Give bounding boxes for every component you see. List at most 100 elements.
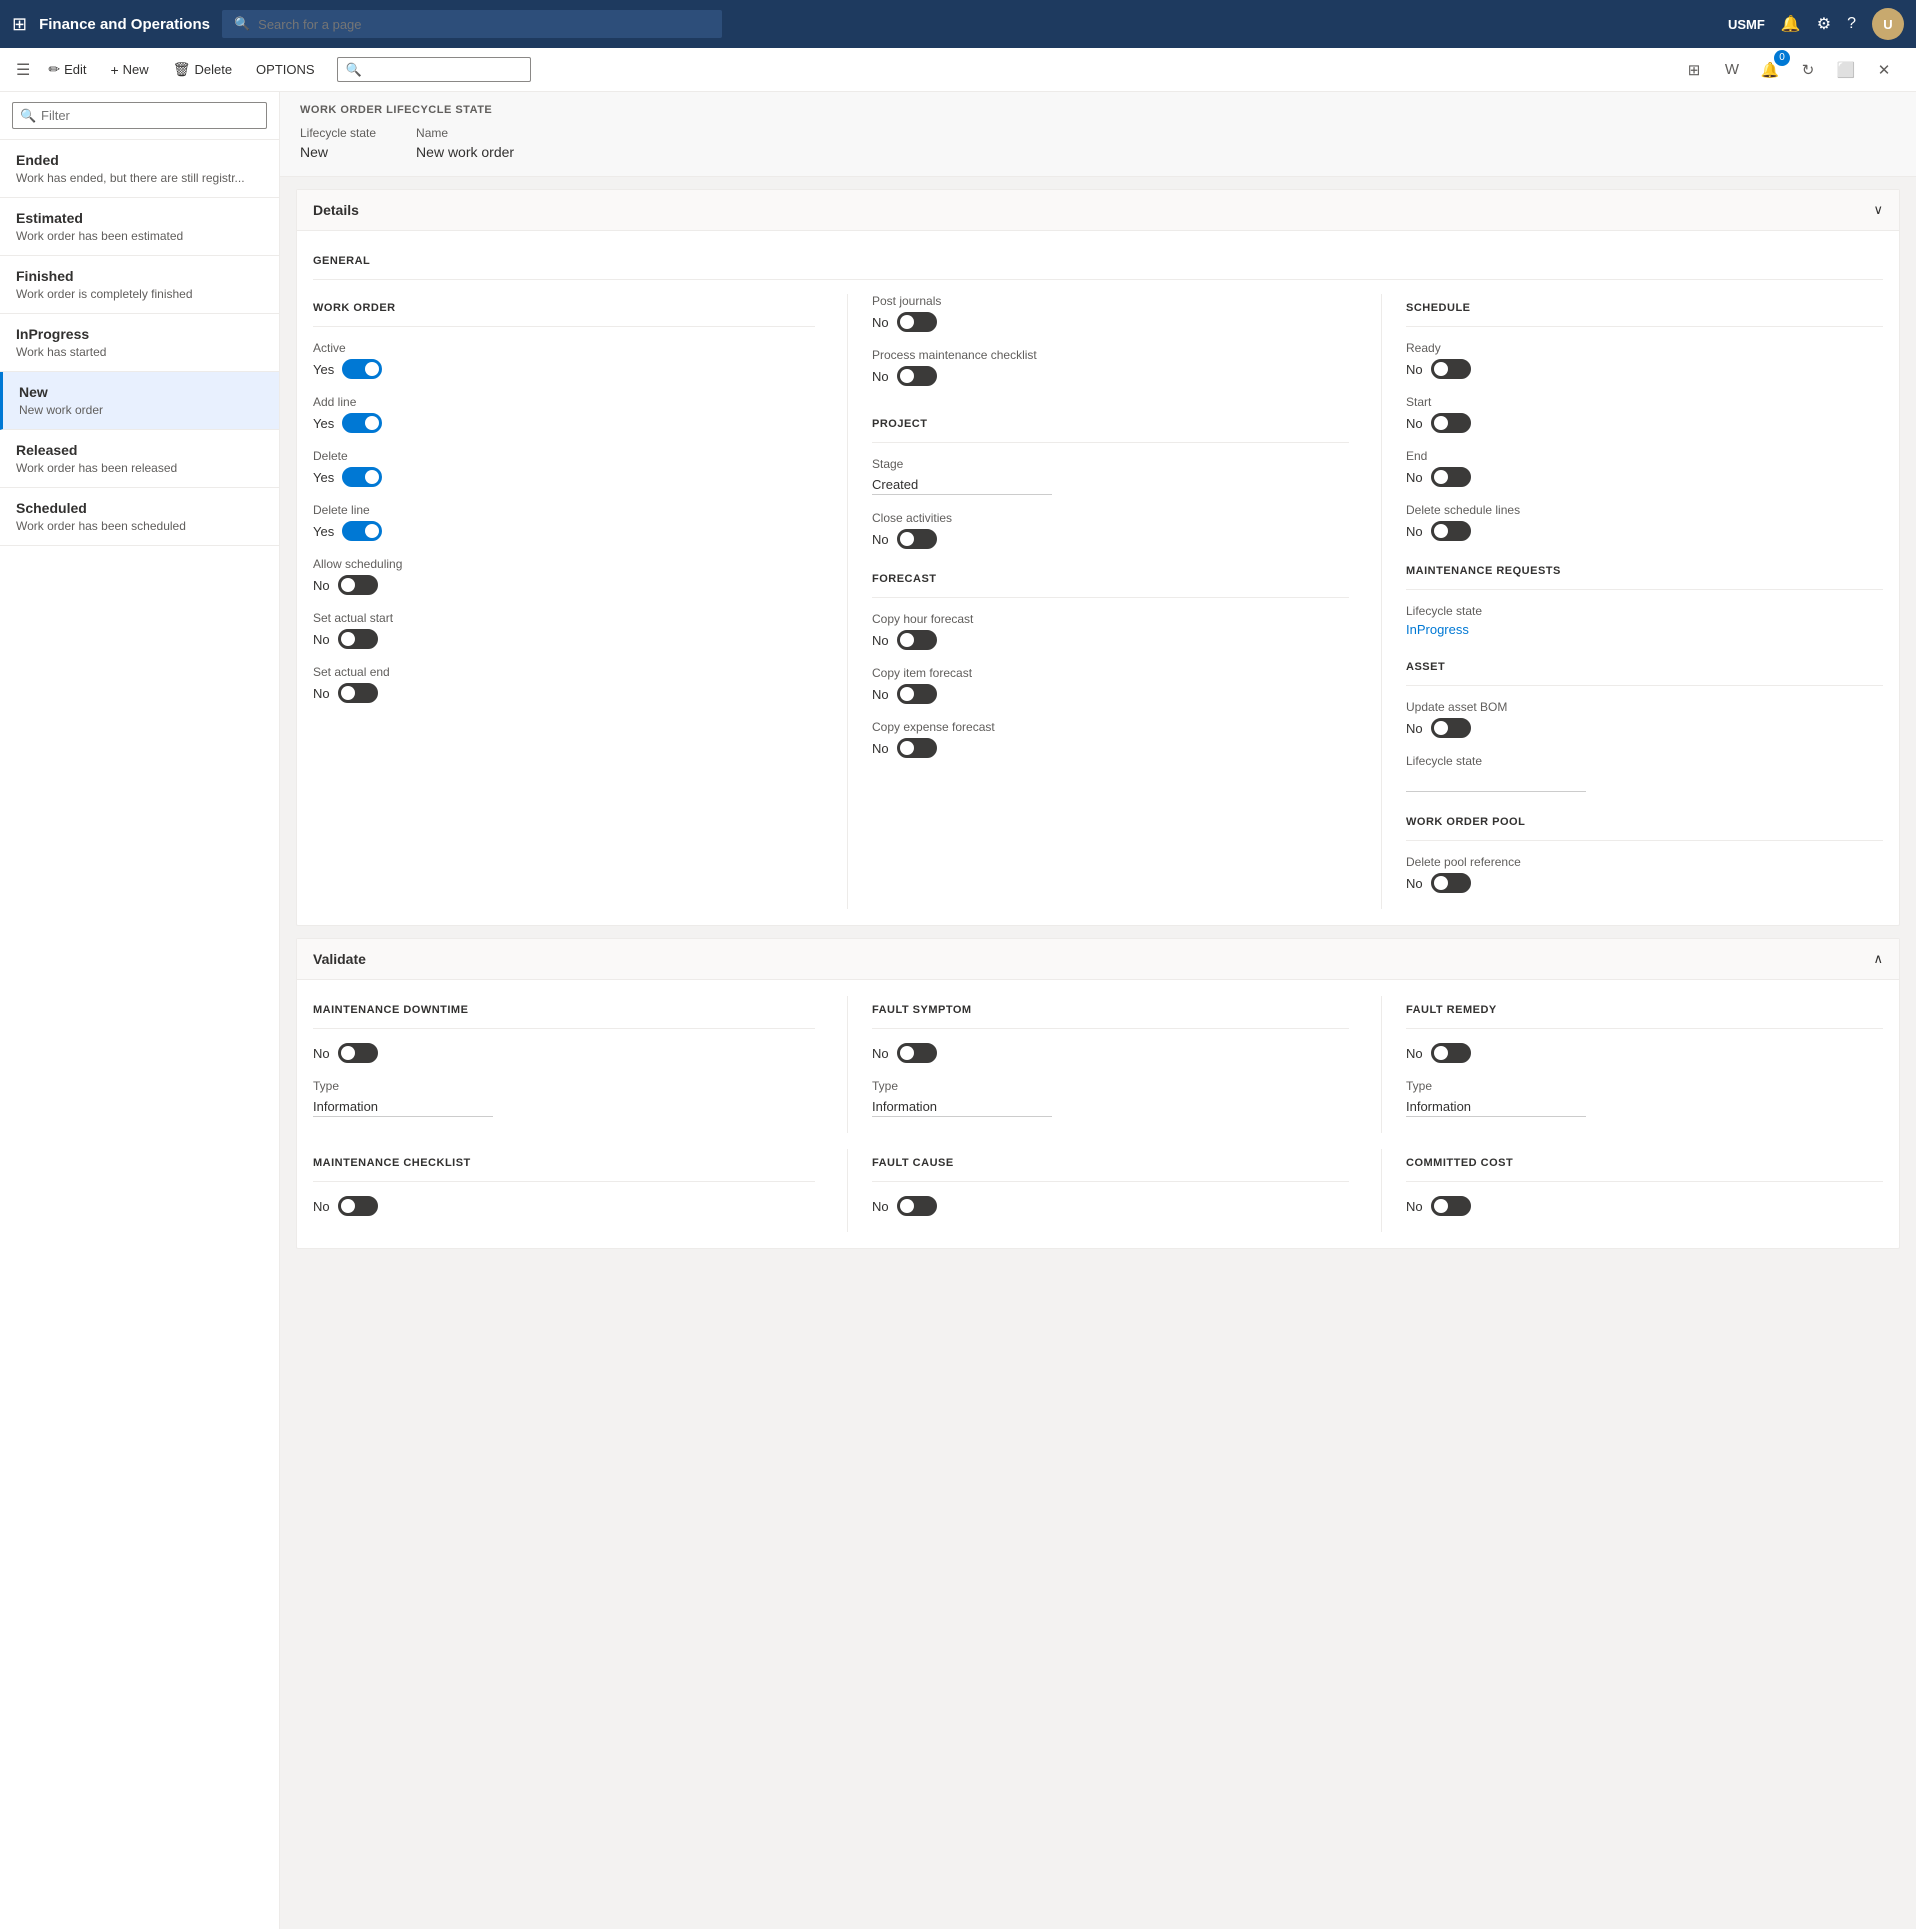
project-stage-field: Stage: [872, 457, 1349, 495]
update-bom-value: No: [1406, 721, 1423, 736]
fault-cause-label: FAULT CAUSE: [872, 1149, 1349, 1182]
sidebar-filter-input[interactable]: [12, 102, 267, 129]
sidebar-filter-wrap[interactable]: 🔍: [0, 92, 279, 140]
copy-expense-toggle[interactable]: [897, 738, 937, 758]
work-order-col: WORK ORDER Active Yes Add line Yes: [313, 294, 815, 909]
fault-symptom-toggle[interactable]: [897, 1043, 937, 1063]
maximize-icon[interactable]: ⬜: [1830, 54, 1862, 86]
delete-value: Yes: [313, 470, 334, 485]
maint-downtime-toggle[interactable]: [338, 1043, 378, 1063]
lifecycle-name-value: New work order: [416, 144, 514, 160]
maint-downtime-toggle-wrap: No: [313, 1043, 815, 1063]
set-actual-end-toggle[interactable]: [338, 683, 378, 703]
sidebar-item-new[interactable]: New New work order: [0, 372, 279, 430]
command-bar: ☰ ✏ Edit + New 🗑 Delete OPTIONS ⊞ W 🔔 0 …: [0, 48, 1916, 92]
lifecycle-header: WORK ORDER LIFECYCLE STATE Lifecycle sta…: [280, 92, 1916, 177]
fault-symptom-type-input[interactable]: [872, 1097, 1052, 1117]
sidebar-item-inprogress[interactable]: InProgress Work has started: [0, 314, 279, 372]
post-journals-label: Post journals: [872, 294, 1349, 308]
search-bar[interactable]: 🔍: [222, 10, 722, 38]
sidebar-item-released[interactable]: Released Work order has been released: [0, 430, 279, 488]
sidebar-item-ended[interactable]: Ended Work has ended, but there are stil…: [0, 140, 279, 198]
post-journals-toggle[interactable]: [897, 312, 937, 332]
committed-cost-toggle[interactable]: [1431, 1196, 1471, 1216]
copy-expense-toggle-wrap: No: [872, 738, 1349, 758]
close-activities-toggle-wrap: No: [872, 529, 1349, 549]
allow-scheduling-label: Allow scheduling: [313, 557, 815, 571]
delete-toggle-wrap: Yes: [313, 467, 815, 487]
settings-icon[interactable]: ⚙: [1817, 14, 1831, 34]
fault-cause-toggle[interactable]: [897, 1196, 937, 1216]
copy-hour-toggle-wrap: No: [872, 630, 1349, 650]
refresh-icon[interactable]: ↻: [1792, 54, 1824, 86]
maint-req-lifecycle-value[interactable]: InProgress: [1406, 622, 1469, 637]
copy-item-field: Copy item forecast No: [872, 666, 1349, 704]
notification-icon[interactable]: 🔔: [1781, 14, 1801, 34]
update-bom-toggle[interactable]: [1431, 718, 1471, 738]
delete-toggle[interactable]: [342, 467, 382, 487]
fault-remedy-type-input[interactable]: [1406, 1097, 1586, 1117]
active-toggle[interactable]: [342, 359, 382, 379]
maint-checklist-value: No: [313, 1199, 330, 1214]
ready-toggle[interactable]: [1431, 359, 1471, 379]
committed-cost-label: COMMITTED COST: [1406, 1149, 1883, 1182]
hamburger-icon[interactable]: ☰: [16, 60, 30, 80]
add-line-toggle[interactable]: [342, 413, 382, 433]
avatar[interactable]: U: [1872, 8, 1904, 40]
help-icon[interactable]: ?: [1847, 15, 1856, 33]
maint-downtime-type-input[interactable]: [313, 1097, 493, 1117]
set-actual-start-toggle-wrap: No: [313, 629, 815, 649]
close-activities-toggle[interactable]: [897, 529, 937, 549]
end-toggle[interactable]: [1431, 467, 1471, 487]
filter-search-wrap[interactable]: [337, 57, 531, 82]
filter-input[interactable]: [337, 57, 531, 82]
new-button[interactable]: + New: [100, 56, 158, 84]
delete-icon: 🗑: [173, 61, 191, 78]
edit-button[interactable]: ✏ Edit: [38, 55, 96, 84]
grid-view-icon[interactable]: ⊞: [1678, 54, 1710, 86]
command-right-icons: ⊞ W 🔔 0 ↻ ⬜ ✕: [1678, 54, 1900, 86]
asset-lifecycle-input[interactable]: [1406, 772, 1586, 792]
notification-count: 0: [1774, 50, 1790, 66]
validate-panel: Validate ∧ MAINTENANCE DOWNTIME No: [296, 938, 1900, 1249]
add-line-field: Add line Yes: [313, 395, 815, 433]
maint-downtime-type-label: Type: [313, 1079, 815, 1093]
grid-icon[interactable]: ⊞: [12, 14, 27, 35]
delete-schedule-toggle[interactable]: [1431, 521, 1471, 541]
post-journals-value: No: [872, 315, 889, 330]
options-button[interactable]: OPTIONS: [246, 56, 325, 83]
delete-pool-toggle[interactable]: [1431, 873, 1471, 893]
delete-pool-label: Delete pool reference: [1406, 855, 1883, 869]
sidebar-item-scheduled[interactable]: Scheduled Work order has been scheduled: [0, 488, 279, 546]
delete-button[interactable]: 🗑 Delete: [163, 55, 242, 84]
sidebar-item-estimated[interactable]: Estimated Work order has been estimated: [0, 198, 279, 256]
project-stage-input[interactable]: [872, 475, 1052, 495]
search-input[interactable]: [258, 17, 710, 32]
delete-schedule-toggle-wrap: No: [1406, 521, 1883, 541]
copy-hour-toggle[interactable]: [897, 630, 937, 650]
sidebar-item-finished[interactable]: Finished Work order is completely finish…: [0, 256, 279, 314]
process-maintenance-toggle[interactable]: [897, 366, 937, 386]
details-collapse-icon[interactable]: ∨: [1873, 202, 1883, 218]
validate-collapse-icon[interactable]: ∧: [1873, 951, 1883, 967]
delete-pool-field: Delete pool reference No: [1406, 855, 1883, 893]
fault-remedy-type-field: Type: [1406, 1079, 1883, 1117]
set-actual-start-toggle[interactable]: [338, 629, 378, 649]
fault-remedy-toggle[interactable]: [1431, 1043, 1471, 1063]
maint-checklist-toggle[interactable]: [338, 1196, 378, 1216]
details-header[interactable]: Details ∨: [297, 190, 1899, 231]
add-line-value: Yes: [313, 416, 334, 431]
allow-scheduling-toggle[interactable]: [338, 575, 378, 595]
start-toggle[interactable]: [1431, 413, 1471, 433]
word-icon[interactable]: W: [1716, 54, 1748, 86]
validate-header[interactable]: Validate ∧: [297, 939, 1899, 980]
copy-item-toggle[interactable]: [897, 684, 937, 704]
work-order-section-label: WORK ORDER: [313, 294, 815, 327]
close-icon[interactable]: ✕: [1868, 54, 1900, 86]
committed-cost-toggle-group: No: [1406, 1196, 1883, 1216]
process-maintenance-label: Process maintenance checklist: [872, 348, 1349, 362]
delete-schedule-label: Delete schedule lines: [1406, 503, 1883, 517]
active-label: Active: [313, 341, 815, 355]
delete-line-toggle[interactable]: [342, 521, 382, 541]
col3: SCHEDULE Ready No Start No: [1381, 294, 1883, 909]
